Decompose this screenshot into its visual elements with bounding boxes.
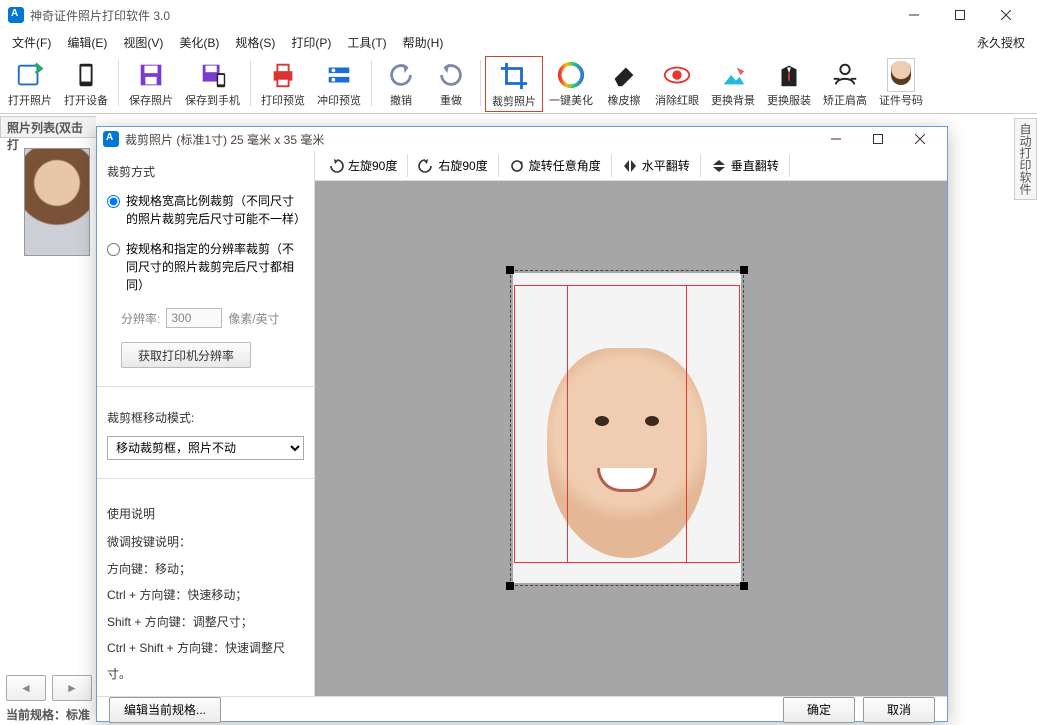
redeye-icon <box>662 60 692 90</box>
menubar: 文件(F) 编辑(E) 视图(V) 美化(B) 规格(S) 打印(P) 工具(T… <box>0 30 1037 54</box>
crop-radio-ratio[interactable] <box>107 195 120 208</box>
rotate-toolbar: 左旋90度 右旋90度 旋转任意角度 水平翻转 垂直翻转 <box>315 151 947 181</box>
crop-minimize-button[interactable] <box>815 127 857 151</box>
crop-logo-icon <box>103 131 119 147</box>
id-number-icon <box>886 60 916 90</box>
crop-close-button[interactable] <box>899 127 941 151</box>
menu-spec[interactable]: 规格(S) <box>227 32 283 53</box>
tb-eraser[interactable]: 橡皮擦 <box>599 56 649 112</box>
save-icon <box>136 60 166 90</box>
tb-id-number[interactable]: 证件号码 <box>873 56 929 112</box>
menu-help[interactable]: 帮助(H) <box>395 32 452 53</box>
crop-radio-ratio-label: 按规格宽高比例裁剪（不同尺寸的照片裁剪完后尺寸可能不一样） <box>126 192 304 228</box>
redo-icon <box>436 60 466 90</box>
auto-print-tag[interactable]: 自动打印软件 <box>1014 118 1037 200</box>
get-printer-dpi-button[interactable]: 获取打印机分辨率 <box>121 342 251 368</box>
tb-stamp-preview[interactable]: 冲印预览 <box>311 56 367 112</box>
open-photo-icon <box>15 60 45 90</box>
next-button[interactable]: ► <box>52 675 92 701</box>
dpi-unit: 像素/英寸 <box>228 310 279 327</box>
tb-redo[interactable]: 重做 <box>426 56 476 112</box>
menu-view[interactable]: 视图(V) <box>115 32 171 53</box>
crop-icon <box>499 61 529 91</box>
open-device-icon <box>71 60 101 90</box>
flip-horizontal-button[interactable]: 水平翻转 <box>611 154 701 177</box>
photo-list-header: 照片列表(双击打 <box>0 116 96 138</box>
rotate-left-button[interactable]: 左旋90度 <box>318 154 408 177</box>
menu-edit[interactable]: 编辑(E) <box>59 32 115 53</box>
crop-handle-br[interactable] <box>740 582 748 590</box>
stamp-icon <box>324 60 354 90</box>
tb-remove-redeye[interactable]: 消除红眼 <box>649 56 705 112</box>
crop-dialog-titlebar[interactable]: 裁剪照片 (标准1寸) 25 毫米 x 35 毫米 <box>97 127 947 151</box>
thumbnail[interactable] <box>24 148 90 256</box>
background-icon <box>718 60 748 90</box>
app-title: 神奇证件照片打印软件 3.0 <box>30 7 891 24</box>
nav-arrows: ◄ ► <box>6 675 92 701</box>
edit-spec-button[interactable]: 编辑当前规格... <box>109 697 221 723</box>
minimize-button[interactable] <box>891 0 937 30</box>
cancel-button[interactable]: 取消 <box>863 697 935 723</box>
main-titlebar: 神奇证件照片打印软件 3.0 <box>0 0 1037 30</box>
crop-method-group: 裁剪方式 <box>107 163 304 180</box>
rotate-any-button[interactable]: 旋转任意角度 <box>498 154 612 177</box>
crop-maximize-button[interactable] <box>857 127 899 151</box>
tb-save-photo[interactable]: 保存照片 <box>123 56 179 112</box>
crop-mode-select[interactable]: 移动裁剪框，照片不动 <box>107 436 304 460</box>
crop-handle-tl[interactable] <box>506 266 514 274</box>
crop-guide-inner <box>567 285 687 563</box>
crop-mode-label: 裁剪框移动模式: <box>107 409 304 426</box>
tb-save-to-phone[interactable]: 保存到手机 <box>179 56 246 112</box>
crop-handle-tr[interactable] <box>740 266 748 274</box>
status-bar: 当前规格：标准 <box>6 706 90 723</box>
crop-left-panel: 裁剪方式 按规格宽高比例裁剪（不同尺寸的照片裁剪完后尺寸可能不一样） 按规格和指… <box>97 151 315 696</box>
eraser-icon <box>609 60 639 90</box>
save-phone-icon <box>198 60 228 90</box>
tb-auto-beautify[interactable]: 一键美化 <box>543 56 599 112</box>
menu-beautify[interactable]: 美化(B) <box>171 32 227 53</box>
close-button[interactable] <box>983 0 1029 30</box>
menu-print[interactable]: 打印(P) <box>283 32 339 53</box>
tb-open-photo[interactable]: 打开照片 <box>2 56 58 112</box>
main-toolbar: 打开照片 打开设备 保存照片 保存到手机 打印预览 冲印预览 撤销 重做 裁剪照… <box>0 54 1037 114</box>
beautify-icon <box>556 60 586 90</box>
crop-radio-dpi-label: 按规格和指定的分辨率裁剪（不同尺寸的照片裁剪完后尺寸都相同） <box>126 240 304 294</box>
dpi-label: 分辨率: <box>121 310 160 327</box>
tb-change-clothes[interactable]: 更换服装 <box>761 56 817 112</box>
crop-handle-bl[interactable] <box>506 582 514 590</box>
tb-crop-photo[interactable]: 裁剪照片 <box>485 56 543 112</box>
tb-change-bg[interactable]: 更换背景 <box>705 56 761 112</box>
help-text: 使用说明 微调按键说明： 方向键：移动； Ctrl + 方向键：快速移动； Sh… <box>107 497 304 688</box>
crop-dialog-title: 裁剪照片 (标准1寸) 25 毫米 x 35 毫米 <box>125 131 815 148</box>
crop-photo[interactable] <box>513 273 741 583</box>
prev-button[interactable]: ◄ <box>6 675 46 701</box>
crop-radio-dpi[interactable] <box>107 243 120 256</box>
crop-canvas[interactable] <box>315 181 947 696</box>
shoulder-icon <box>830 60 860 90</box>
menu-tools[interactable]: 工具(T) <box>339 32 394 53</box>
crop-footer: 编辑当前规格... 确定 取消 <box>97 696 947 723</box>
rotate-right-button[interactable]: 右旋90度 <box>407 154 498 177</box>
flip-vertical-button[interactable]: 垂直翻转 <box>700 154 790 177</box>
tb-undo[interactable]: 撤销 <box>376 56 426 112</box>
dpi-input[interactable] <box>166 308 222 328</box>
app-logo-icon <box>8 7 24 23</box>
ok-button[interactable]: 确定 <box>783 697 855 723</box>
undo-icon <box>386 60 416 90</box>
menu-file[interactable]: 文件(F) <box>4 32 59 53</box>
clothes-icon <box>774 60 804 90</box>
tb-print-preview[interactable]: 打印预览 <box>255 56 311 112</box>
crop-dialog: 裁剪照片 (标准1寸) 25 毫米 x 35 毫米 裁剪方式 按规格宽高比例裁剪… <box>96 126 948 722</box>
printer-icon <box>268 60 298 90</box>
tb-shoulder-fix[interactable]: 矫正肩高 <box>817 56 873 112</box>
maximize-button[interactable] <box>937 0 983 30</box>
license-label[interactable]: 永久授权 <box>969 32 1033 53</box>
tb-open-device[interactable]: 打开设备 <box>58 56 114 112</box>
